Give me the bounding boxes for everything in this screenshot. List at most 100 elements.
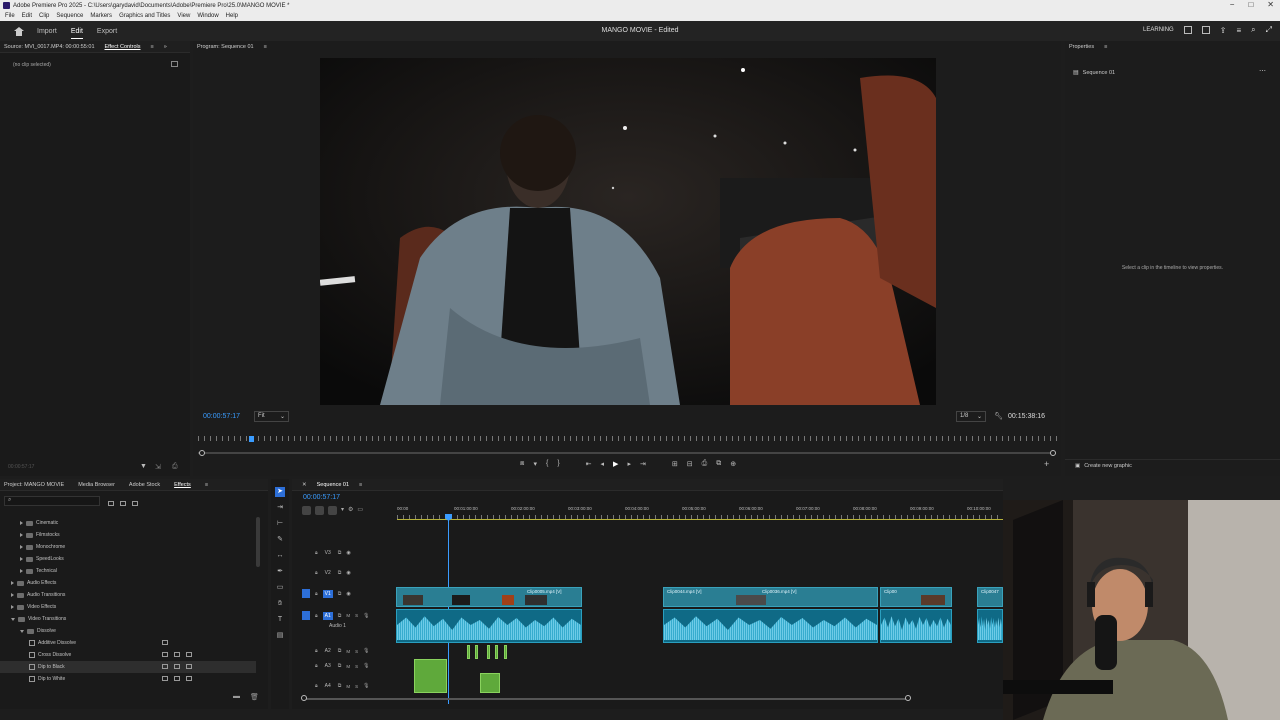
program-timecode[interactable]: 00:00:57:17: [203, 413, 240, 420]
delete-icon[interactable]: 🗑︎: [250, 693, 259, 701]
track-header[interactable]: 🔒︎ A4 ⧉ M S 🎙︎: [302, 682, 370, 690]
track-label[interactable]: V1: [322, 589, 333, 598]
source-patch-icon[interactable]: [302, 611, 310, 620]
effects-tree-item[interactable]: Additive Dissolve: [0, 637, 256, 649]
play-icon[interactable]: ▶: [613, 460, 618, 468]
effects-tree-item[interactable]: SpeedLooks: [0, 553, 256, 565]
audio-clip[interactable]: [977, 609, 1003, 643]
track-label[interactable]: V3: [323, 549, 333, 557]
video-clip[interactable]: Clip0044.mp4 [V] Clip0036.mp4 [V]: [663, 587, 878, 607]
lock-icon[interactable]: 🔒︎: [315, 683, 318, 689]
music-clip[interactable]: [467, 645, 470, 659]
mark-in-icon[interactable]: {: [546, 460, 548, 468]
track-select-icon[interactable]: ⇥: [275, 503, 285, 513]
music-clip[interactable]: [475, 645, 478, 659]
effects-tree-item[interactable]: Audio Effects: [0, 577, 256, 589]
menu-window[interactable]: Window: [197, 13, 218, 19]
expand-arrow-icon[interactable]: [20, 521, 23, 525]
tab-effects[interactable]: Effects: [174, 482, 191, 488]
music-clip[interactable]: [495, 645, 498, 659]
sync-lock-icon[interactable]: ⧉: [338, 591, 342, 597]
program-playhead[interactable]: [249, 436, 255, 442]
solo-button[interactable]: S: [355, 664, 358, 669]
tab-media-browser[interactable]: Media Browser: [78, 482, 115, 488]
video-clip[interactable]: Clip00: [880, 587, 952, 607]
timeline-menu-icon[interactable]: ≡: [359, 482, 362, 488]
new-bin-icon[interactable]: ▬: [233, 693, 240, 700]
vr-icon[interactable]: ⊕: [730, 460, 736, 468]
sync-lock-icon[interactable]: ⧉: [338, 613, 342, 619]
export-frame-icon[interactable]: ⎙: [702, 460, 708, 468]
solo-button[interactable]: S: [355, 613, 358, 618]
pen-icon[interactable]: ✒: [275, 567, 285, 577]
lift-icon[interactable]: ⊞: [672, 460, 678, 468]
music-clip[interactable]: [480, 673, 500, 693]
expand-arrow-icon[interactable]: [11, 605, 14, 609]
menu-sequence[interactable]: Sequence: [56, 13, 83, 19]
step-forward-icon[interactable]: ▸: [627, 460, 631, 468]
effects-tree-item[interactable]: Dip to Black: [0, 661, 256, 673]
marker-icon[interactable]: ▾: [341, 506, 344, 515]
effects-menu-icon[interactable]: ≡: [205, 482, 208, 488]
microphone-icon[interactable]: 🎙︎: [363, 613, 369, 619]
home-icon[interactable]: [14, 26, 24, 36]
expand-arrow-icon[interactable]: [20, 533, 23, 537]
music-clip[interactable]: [487, 645, 490, 659]
video-clip[interactable]: Clip0005.mp4 [V]: [396, 587, 582, 607]
compare-icon[interactable]: ⧉: [716, 460, 721, 468]
mute-button[interactable]: M: [346, 613, 350, 618]
track-header[interactable]: 🔒︎ A1 ⧉ M S 🎙︎: [302, 611, 370, 620]
menu-help[interactable]: Help: [226, 13, 238, 19]
effects-tree-item[interactable]: Filmstocks: [0, 529, 256, 541]
effects-tree-item[interactable]: Monochrome: [0, 541, 256, 553]
go-to-in-icon[interactable]: ⇤: [586, 460, 592, 468]
add-button-icon[interactable]: +: [1044, 459, 1049, 469]
program-ruler[interactable]: [198, 436, 1058, 441]
mute-button[interactable]: M: [346, 684, 350, 689]
track-header[interactable]: 🔒︎ A2 ⧉ M S 🎙︎: [302, 647, 370, 655]
microphone-icon[interactable]: 🎙︎: [363, 648, 369, 654]
snap-icon[interactable]: [302, 506, 311, 515]
quick-export-icon[interactable]: [1201, 26, 1210, 34]
track-label[interactable]: A3: [323, 662, 333, 670]
timeline-ruler[interactable]: 00:00 00:01:00:00 00:02:00:00 00:03:00:00 00…: [397, 506, 1003, 520]
maximize-button[interactable]: □: [1248, 0, 1253, 9]
mute-button[interactable]: M: [346, 664, 350, 669]
workspaces-icon[interactable]: [1183, 26, 1192, 34]
sync-lock-icon[interactable]: ⧉: [338, 570, 342, 576]
solo-button[interactable]: S: [355, 684, 358, 689]
effects-scrollbar[interactable]: [256, 517, 260, 567]
video-frame[interactable]: [320, 58, 936, 405]
go-to-out-icon[interactable]: ⇥: [640, 460, 646, 468]
slip-icon[interactable]: ↔: [275, 551, 285, 561]
close-icon[interactable]: ✕: [302, 482, 307, 488]
microphone-icon[interactable]: 🎙︎: [363, 663, 369, 669]
tab-adobe-stock[interactable]: Adobe Stock: [129, 482, 160, 488]
effects-tree-item[interactable]: Dip to White: [0, 673, 256, 685]
zoom-scrollbar[interactable]: [198, 452, 1056, 454]
add-marker-icon[interactable]: ▾: [533, 460, 537, 468]
sync-lock-icon[interactable]: ⧉: [338, 663, 342, 669]
marker-icon[interactable]: ⧈: [520, 460, 524, 468]
microphone-icon[interactable]: 🎙︎: [363, 683, 369, 689]
lock-icon[interactable]: 🔒︎: [315, 613, 318, 619]
effects-tree-item[interactable]: Video Transitions: [0, 613, 256, 625]
menu-markers[interactable]: Markers: [90, 13, 112, 19]
effects-tree-item[interactable]: Dissolve: [0, 625, 256, 637]
effects-tree-item[interactable]: Cinematic: [0, 517, 256, 529]
accelerated-icon[interactable]: [108, 501, 114, 506]
caption-icon[interactable]: ▤: [275, 631, 285, 641]
track-header[interactable]: 🔒︎ V2 ⧉ ◉: [302, 569, 351, 577]
ripple-edit-icon[interactable]: ⊢: [275, 519, 285, 529]
expand-arrow-icon[interactable]: [20, 569, 23, 573]
captions-icon[interactable]: ▭: [357, 506, 363, 515]
selection-tool-icon[interactable]: ➤: [275, 487, 285, 497]
upload-icon[interactable]: ⇪: [1220, 26, 1227, 35]
wrench-icon[interactable]: 🔧︎: [994, 412, 1003, 420]
source-patch-icon[interactable]: [302, 589, 310, 598]
sync-lock-icon[interactable]: ⧉: [338, 550, 342, 556]
audio-clip[interactable]: [663, 609, 878, 643]
timeline-scrollbar[interactable]: [302, 698, 907, 700]
linked-selection-icon[interactable]: [315, 506, 324, 515]
tab-edit[interactable]: Edit: [70, 28, 83, 39]
